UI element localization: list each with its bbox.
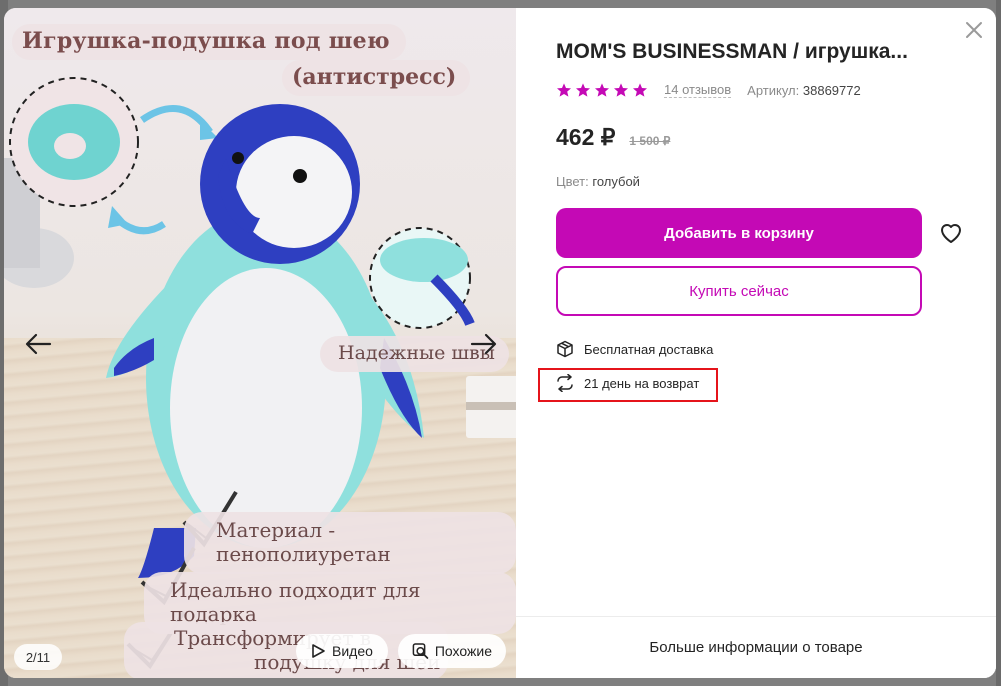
delivery-label: Бесплатная доставка <box>584 341 714 357</box>
favorite-button[interactable] <box>938 220 964 246</box>
color-label: Цвет: <box>556 174 589 189</box>
highlight-box <box>538 368 718 402</box>
star-icon <box>576 83 590 97</box>
similar-button[interactable]: Похожие <box>398 634 506 668</box>
video-button-label: Видео <box>332 643 373 659</box>
rating-row: 14 отзывов Артикул: 38869772 <box>556 80 861 100</box>
article-value: 38869772 <box>802 82 861 98</box>
price-row: 462 ₽ 1 500 ₽ <box>556 124 670 151</box>
star-icon <box>595 83 609 97</box>
background-page-right <box>996 0 1001 686</box>
product-image-gallery[interactable]: Игрушка-подушка под шею (антистресс) Над… <box>4 8 516 678</box>
delivery-info: Бесплатная доставка <box>556 340 713 358</box>
close-icon <box>966 22 982 38</box>
box-icon <box>557 340 573 358</box>
caption-title: Игрушка-подушка под шею <box>12 24 406 60</box>
color-value: голубой <box>592 174 640 189</box>
old-price: 1 500 ₽ <box>629 134 671 148</box>
play-icon <box>312 644 325 658</box>
star-icon <box>557 83 571 97</box>
next-image-button[interactable] <box>468 328 500 360</box>
video-button[interactable]: Видео <box>296 634 388 668</box>
color-row: Цвет: голубой <box>556 174 640 189</box>
rating-stars <box>556 82 648 98</box>
prev-image-button[interactable] <box>22 328 54 360</box>
caption-material: Материал - пенополиуретан <box>184 512 516 574</box>
close-button[interactable] <box>962 18 986 42</box>
product-info-panel: MOM'S BUSINESSMAN / игрушка... 14 отзыво… <box>516 8 996 678</box>
similar-button-label: Похожие <box>434 643 492 659</box>
arrow-right-icon <box>470 333 497 355</box>
product-title[interactable]: MOM'S BUSINESSMAN / игрушка... <box>556 40 976 64</box>
reviews-link[interactable]: 14 отзывов <box>664 82 732 98</box>
more-info-button[interactable]: Больше информации о товаре <box>516 616 996 678</box>
arrow-left-icon <box>25 333 52 355</box>
caption-subtitle: (антистресс) <box>282 60 471 96</box>
buy-now-button[interactable]: Купить сейчас <box>556 266 922 316</box>
star-icon <box>614 83 628 97</box>
article-label: Артикул: <box>747 82 800 98</box>
article-number: Артикул: 38869772 <box>747 83 861 98</box>
image-counter: 2/11 <box>14 644 62 670</box>
product-quick-view-modal: Игрушка-подушка под шею (антистресс) Над… <box>4 8 996 678</box>
heart-icon <box>941 224 961 243</box>
star-icon <box>633 83 647 97</box>
search-similar-icon <box>412 643 429 659</box>
current-price: 462 ₽ <box>556 124 616 150</box>
add-to-cart-button[interactable]: Добавить в корзину <box>556 208 922 258</box>
